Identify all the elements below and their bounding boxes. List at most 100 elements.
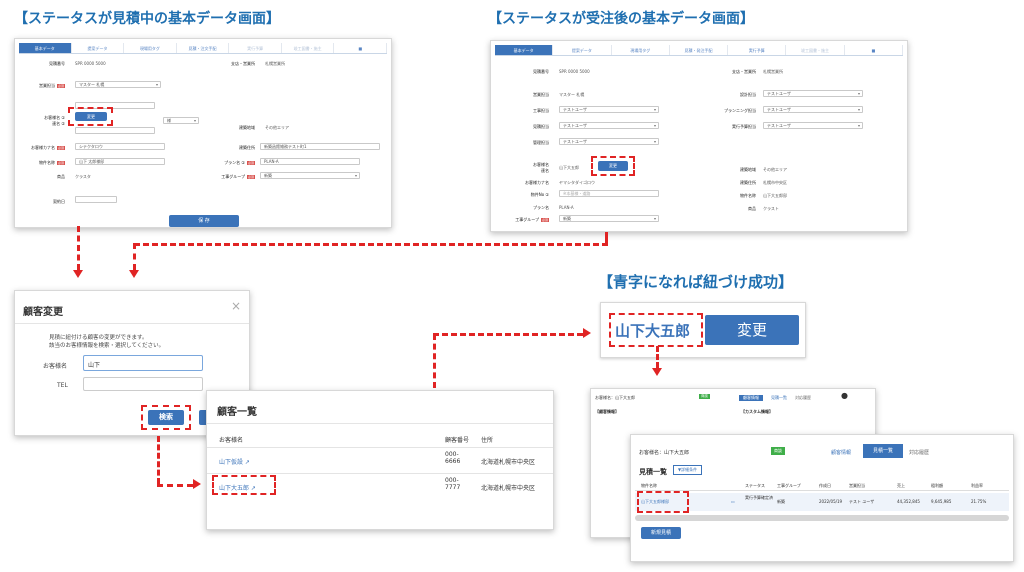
manage-label: 管理担当	[533, 140, 549, 145]
propertyno-input[interactable]: ※本基様・道路	[559, 190, 659, 197]
basic-data-panel-estimating: 基本データ 提案データ 現場用タグ 見積・注文手配 実行予算 竣工図書・施主 ■…	[14, 38, 392, 228]
product-label: 商品	[748, 206, 756, 211]
horizontal-scrollbar[interactable]	[635, 515, 1009, 521]
status-badge: 商談	[771, 447, 785, 455]
col-group[interactable]: 工事グループ	[777, 483, 801, 489]
arrow-head	[73, 270, 83, 278]
table-row[interactable]: 山下仮設 ↗ 000-6666 北海道札幌市中央区	[207, 447, 553, 473]
save-button[interactable]: 保 存	[169, 215, 239, 227]
tel-input[interactable]	[83, 377, 203, 391]
tab-budget[interactable]: 実行予算	[728, 45, 787, 55]
arrow-line	[433, 334, 436, 388]
sales-label: 営業担当	[533, 92, 549, 97]
plan-value: PLAN-A	[559, 205, 574, 210]
estimate-list-front: お客様名：山下大五郎 商談 顧客情報 見積一覧 対応履歴 見積一覧 ▼詳細条件 …	[630, 434, 1014, 562]
arrow-line	[157, 436, 160, 484]
customer-no: 000-6666	[445, 451, 461, 465]
tab-customer-info[interactable]: 顧客情報	[831, 449, 851, 456]
tab-history[interactable]: 対応履歴	[909, 449, 929, 456]
joint-name-input[interactable]	[75, 127, 155, 134]
branch-value: 札幌営業所	[763, 69, 783, 74]
tab-proposal[interactable]: 提案データ	[553, 45, 612, 55]
estimate-no-value: SPR 0000 5000	[559, 69, 590, 74]
branch-label: 支店・営業所	[231, 61, 255, 66]
customer-label: お客様名 連名	[533, 162, 549, 173]
col-sales[interactable]: 売上	[897, 483, 905, 489]
address-value: 札幌市中央区	[763, 180, 787, 185]
tab-proposal[interactable]: 提案データ	[72, 43, 125, 53]
tab-bar: 基本データ 提案データ 現場用タグ 見積・発注手配 実行予算 竣工図書・施主 ■	[495, 45, 903, 56]
tab-budget[interactable]: 実行予算	[229, 43, 282, 53]
honorific-select[interactable]: 様	[163, 117, 199, 124]
tab-estimate-order[interactable]: 見積・注文手配	[177, 43, 230, 53]
tab-site-tag[interactable]: 現場用タグ	[612, 45, 670, 55]
arrow-head	[652, 368, 662, 376]
tab-extra[interactable]: ■	[845, 45, 903, 55]
kana-label: お客様カナ名	[525, 180, 549, 185]
kana-input[interactable]: シテクタロウ	[75, 143, 165, 150]
heading-ordered: 【ステータスが受注後の基本データ画面】	[488, 11, 754, 27]
tab-extra[interactable]: ■	[334, 43, 388, 53]
area-value: その他エリア	[763, 167, 787, 172]
group-select[interactable]: 新築	[559, 215, 659, 222]
plan-input[interactable]: PLAN-A	[260, 158, 360, 165]
col-property[interactable]: 物件名称	[641, 483, 657, 489]
branch-label: 支店・営業所	[732, 69, 756, 74]
plan-label: プラン名	[533, 205, 549, 210]
customer-label: お客様名 ① 連名 ②	[44, 115, 65, 126]
name-search-input[interactable]: 山下	[83, 355, 203, 371]
tab-estimate-list[interactable]: 見積一覧	[863, 444, 903, 458]
col-status[interactable]: ステータス	[745, 483, 765, 489]
tab-estimate-list[interactable]: 見積一覧	[771, 395, 787, 401]
customer-address: 北海道札幌市中央区	[481, 485, 536, 492]
manage-select[interactable]: テストユーザ	[559, 138, 659, 145]
heading-estimating: 【ステータスが見積中の基本データ画面】	[14, 11, 280, 27]
close-icon[interactable]: ×	[231, 299, 241, 313]
col-rate[interactable]: 利益率	[971, 483, 983, 489]
product-value: クラスト	[763, 206, 779, 211]
filter-button[interactable]: ▼詳細条件	[673, 465, 703, 475]
new-estimate-button[interactable]: 新規見積	[641, 527, 681, 539]
rate-value: 21.75%	[971, 499, 987, 504]
contract-date-input[interactable]	[75, 196, 117, 203]
tab-bar: 基本データ 提案データ 現場用タグ 見積・注文手配 実行予算 竣工図書・施主 ■	[19, 43, 388, 54]
col-profit[interactable]: 粗利額	[931, 483, 943, 489]
col-name-header: お客様名	[219, 437, 244, 444]
col-staff[interactable]: 営業担当	[849, 483, 865, 489]
sales-label: 営業担当 必須	[38, 83, 65, 88]
work-select[interactable]: テストユーザ	[559, 106, 659, 113]
estimate-staff-select[interactable]: テストユーザ	[559, 122, 659, 129]
table-row[interactable]: 山下大五郎様邸 ▭ 実行予算確定済 新築 2022/05/19 テスト ユーザ …	[635, 493, 1009, 511]
user-icon[interactable]: ●	[841, 391, 848, 400]
highlight-property	[637, 491, 689, 513]
address-input[interactable]: 新築函館雑務テスト町1	[260, 143, 380, 150]
breadcrumb: お客様名：山下大五郎	[639, 450, 690, 456]
planning-select[interactable]: テストユーザ	[763, 106, 863, 113]
group-label: 工事グループ 必須	[221, 174, 255, 179]
property-input[interactable]: 山下 太郎様邸	[75, 158, 165, 165]
estimate-no-label: 見積番号	[533, 69, 549, 74]
arrow-line	[77, 226, 80, 270]
area-value: その他エリア	[265, 125, 289, 130]
highlight-change-button	[68, 107, 113, 126]
budget-select[interactable]: テストユーザ	[763, 122, 863, 129]
sales-select[interactable]: マスター 札幌	[75, 81, 161, 88]
tab-history[interactable]: 対応履歴	[795, 395, 811, 401]
design-select[interactable]: テストユーザ	[763, 90, 863, 97]
tel-label: TEL	[57, 382, 68, 389]
change-button-zoom[interactable]: 変更	[705, 315, 799, 345]
col-date[interactable]: 作成日	[819, 483, 831, 489]
tab-completion[interactable]: 竣工図書・施主	[786, 45, 845, 55]
group-select[interactable]: 新築	[260, 172, 360, 179]
staff-value: テスト ユーザ	[849, 499, 875, 504]
tab-customer-info[interactable]: 顧客情報	[739, 395, 763, 401]
tab-basic-data[interactable]: 基本データ	[495, 45, 554, 55]
tab-completion[interactable]: 竣工図書・施主	[282, 43, 335, 53]
tab-site-tag[interactable]: 現場用タグ	[124, 43, 177, 53]
tab-basic-data[interactable]: 基本データ	[19, 43, 72, 53]
section-customer-info: 【顧客情報】	[595, 409, 619, 414]
tab-estimate-order[interactable]: 見積・発注手配	[670, 45, 729, 55]
folder-icon[interactable]: ▭	[731, 499, 735, 504]
customer-name-link[interactable]: 山下仮設 ↗	[219, 457, 250, 466]
highlight-search-button	[141, 405, 191, 430]
